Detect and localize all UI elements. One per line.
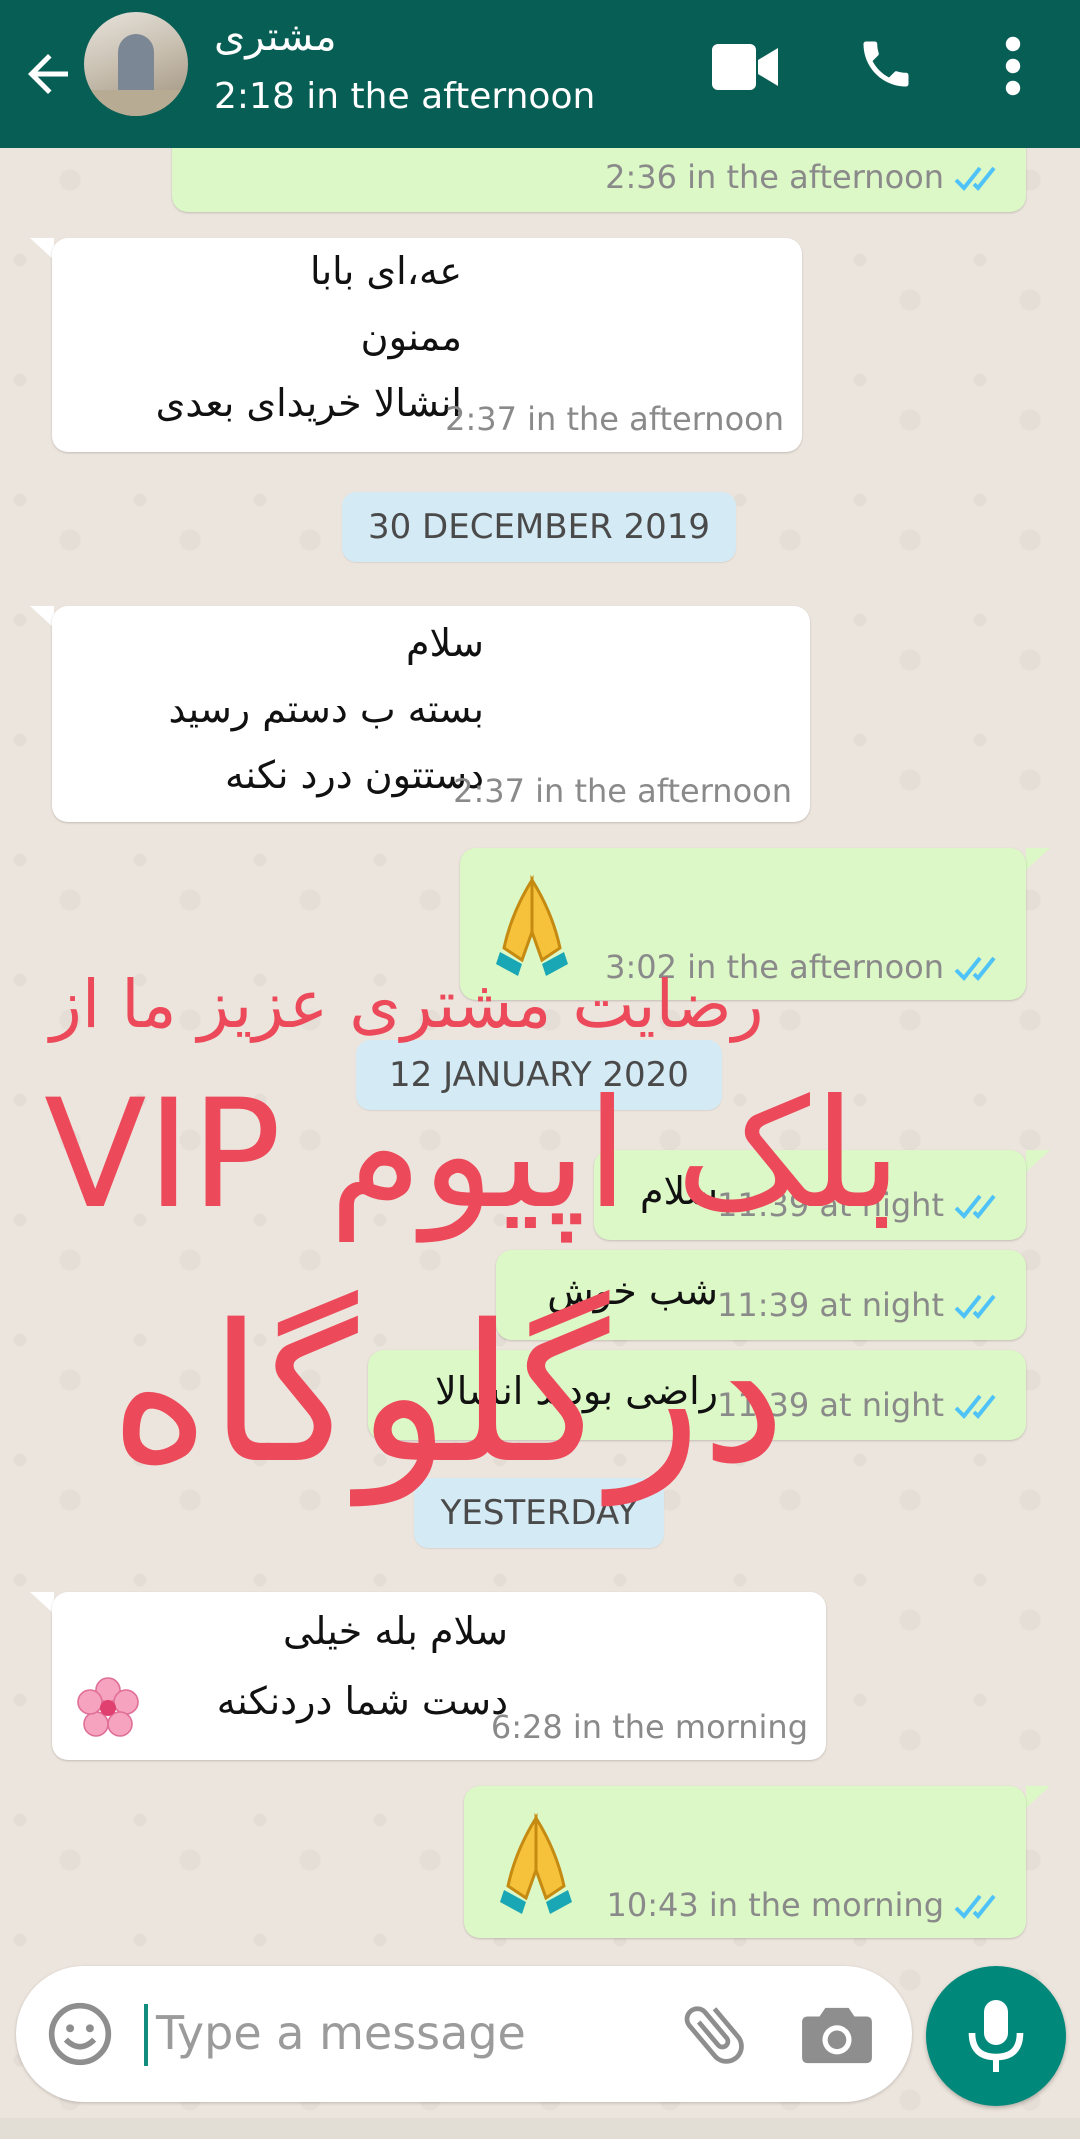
message-time: 2:37 in the afternoon [445,400,784,438]
message-bubble-incoming[interactable]: سلام بسته ب دستم رسید دستتون درد نکنه 2:… [52,606,810,822]
emoji-icon[interactable] [46,2000,114,2068]
message-bubble-incoming[interactable]: سلام بله خیلی دست شما دردنکنه 6:28 in th… [52,1592,826,1760]
message-input[interactable]: Type a message [156,2006,526,2060]
read-ticks-icon [954,166,996,191]
watermark-line-2: بلک اپیوم VIP [44,1068,902,1242]
bubble-tail [30,238,54,260]
bubble-tail [1026,1786,1050,1808]
message-time: 6:28 in the morning [490,1708,808,1746]
message-time: 2:36 in the afternoon [605,158,944,196]
read-ticks-icon [954,956,996,981]
read-ticks-icon [954,1894,996,1919]
attach-icon[interactable] [676,1996,752,2072]
message-line: دستتون درد نکنه [225,753,484,797]
chat-header: مشتری 2:18 in the afternoon [0,0,1080,148]
message-line: دست شما دردنکنه [216,1679,508,1723]
message-line: انشالا خریدای بعدی [155,381,462,425]
message-line: سلام بله خیلی [283,1609,508,1653]
bubble-tail [30,1592,54,1614]
mic-button[interactable] [926,1966,1066,2106]
bubble-tail [1026,848,1050,870]
watermark-line-3: درگلوگاه [110,1284,786,1505]
message-line: بسته ب دستم رسید [168,687,484,731]
message-input-bar: Type a message [16,1966,912,2102]
bubble-tail [30,606,54,628]
navigation-strip [0,2118,1080,2139]
more-vert-icon[interactable] [998,36,1028,96]
message-time: 2:37 in the afternoon [453,772,792,810]
message-line: سلام [405,621,484,665]
phone-icon[interactable] [856,34,916,94]
contact-name[interactable]: مشتری [214,14,337,60]
camera-icon[interactable] [802,2002,872,2066]
message-bubble-incoming[interactable]: عه،ای بابا ممنون انشالا خریدای بعدی 2:37… [52,238,802,452]
folded-hands-emoji-icon [500,1812,572,1914]
back-arrow-icon[interactable] [18,44,78,104]
text-cursor [144,2004,148,2066]
message-time: 10:43 in the morning [606,1886,944,1924]
last-seen-status: 2:18 in the afternoon [214,76,596,117]
watermark-line-1: رضایت مشتری عزیز ما از [50,966,764,1043]
cherry-blossom-emoji-icon [77,1677,139,1737]
mic-icon [968,2000,1024,2072]
folded-hands-emoji-icon [496,874,568,976]
message-line: ممنون [360,315,462,359]
message-line: عه،ای بابا [310,249,462,293]
message-bubble-outgoing[interactable]: 10:43 in the morning [464,1786,1026,1938]
read-ticks-icon [954,1194,996,1219]
read-ticks-icon [954,1294,996,1319]
bubble-tail [1026,1150,1050,1172]
date-separator: 30 DECEMBER 2019 [342,492,736,562]
contact-avatar[interactable] [84,12,188,116]
read-ticks-icon [954,1394,996,1419]
video-call-icon[interactable] [712,44,778,90]
